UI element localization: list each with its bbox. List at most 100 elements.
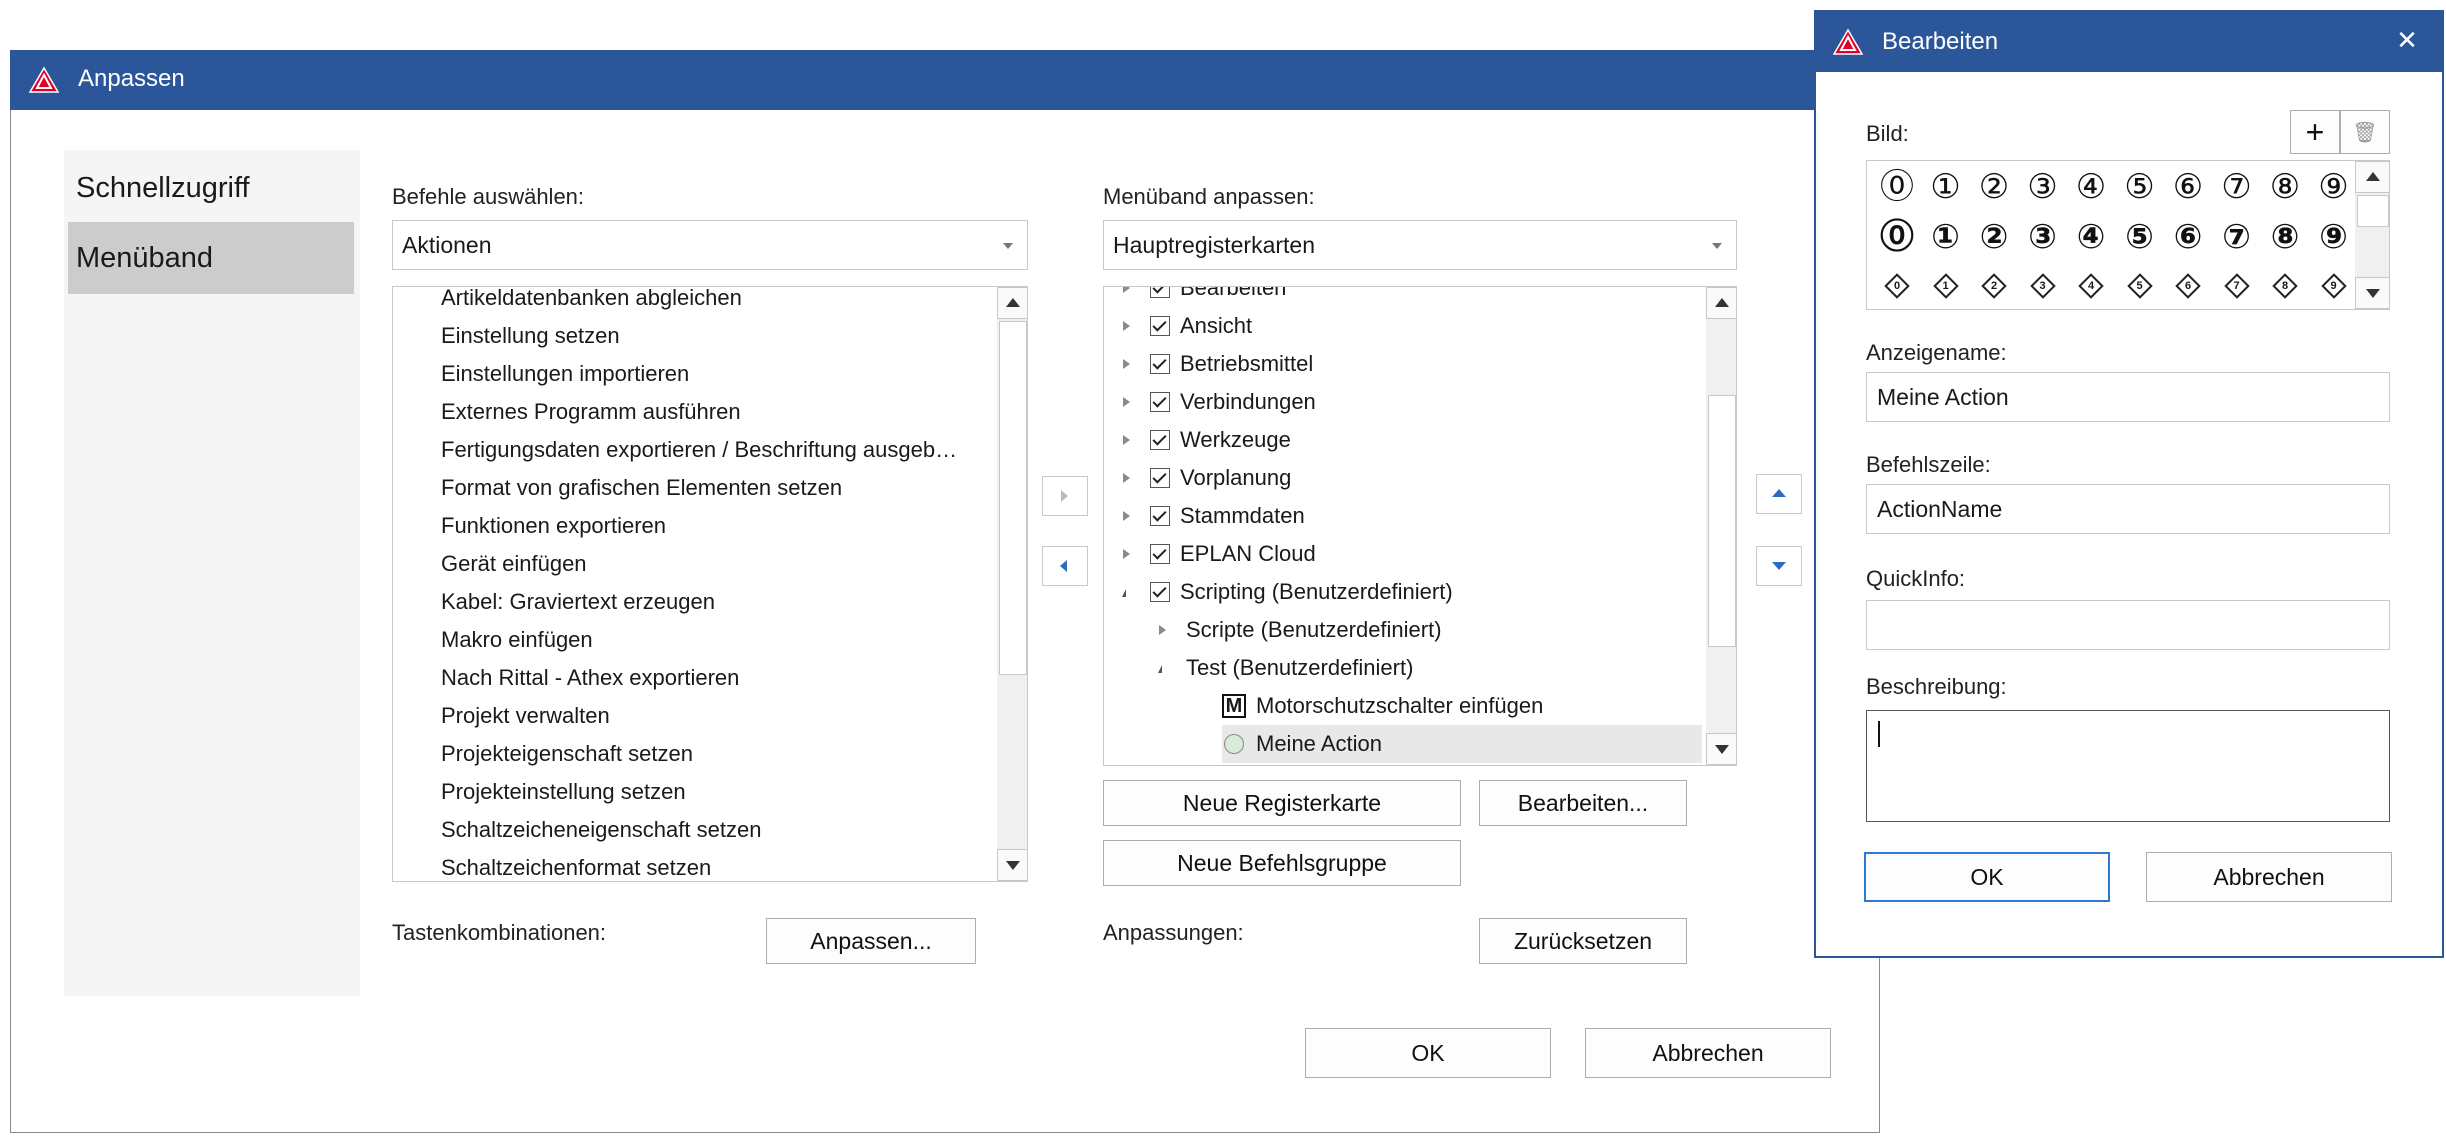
list-item[interactable]: Schaltzeichenformat setzen — [441, 849, 711, 881]
scroll-up-button[interactable] — [2355, 161, 2389, 193]
tree-item[interactable]: Scripting (Benutzerdefiniert) — [1120, 573, 1702, 611]
icon-option[interactable]: ⑦ — [2213, 213, 2261, 261]
quickinfo-input[interactable] — [1866, 600, 2390, 650]
list-item[interactable]: Schaltzeicheneigenschaft setzen — [441, 811, 761, 849]
icon-option[interactable]: ⑦ — [2213, 163, 2261, 211]
list-item[interactable]: Gerät einfügen — [441, 545, 587, 583]
icon-option[interactable]: ⑧ — [2261, 213, 2309, 261]
cancel-button[interactable]: Abbrechen — [1585, 1028, 1831, 1078]
list-item[interactable]: Nach Rittal - Athex exportieren — [441, 659, 739, 697]
customize-shortcuts-button[interactable]: Anpassen... — [766, 918, 976, 964]
checkbox[interactable] — [1150, 506, 1170, 526]
icon-option[interactable]: 9 — [2310, 263, 2358, 309]
expand-closed-icon[interactable] — [1120, 421, 1134, 459]
icon-option[interactable]: 6 — [2164, 263, 2212, 309]
checkbox[interactable] — [1150, 430, 1170, 450]
checkbox[interactable] — [1150, 354, 1170, 374]
icon-option[interactable]: 8 — [2261, 263, 2309, 309]
list-item[interactable]: Externes Programm ausführen — [441, 393, 741, 431]
list-item[interactable]: Einstellung setzen — [441, 317, 620, 355]
icon-option[interactable]: ② — [1970, 163, 2018, 211]
tree-item[interactable]: Ansicht — [1120, 307, 1702, 345]
icon-option[interactable]: ② — [1970, 213, 2018, 261]
expand-closed-icon[interactable] — [1120, 383, 1134, 421]
move-down-button[interactable] — [1756, 546, 1802, 586]
reset-button[interactable]: Zurücksetzen — [1479, 918, 1687, 964]
list-item[interactable]: Einstellungen importieren — [441, 355, 689, 393]
commands-scrollbar[interactable] — [997, 287, 1027, 881]
icon-option[interactable]: ⓪ — [1873, 213, 1921, 261]
list-item[interactable]: Funktionen exportieren — [441, 507, 666, 545]
icon-option[interactable]: ⑨ — [2310, 213, 2358, 261]
scroll-down-button[interactable] — [997, 849, 1027, 881]
tree-item[interactable]: Scripte (Benutzerdefiniert) — [1156, 611, 1702, 649]
edit-cancel-button[interactable]: Abbrechen — [2146, 852, 2392, 902]
list-item[interactable]: Makro einfügen — [441, 621, 593, 659]
icon-option[interactable]: 0 — [1873, 263, 1921, 309]
bearbeiten-titlebar[interactable]: Bearbeiten ✕ — [1814, 10, 2444, 72]
checkbox[interactable] — [1150, 392, 1170, 412]
display-name-input[interactable]: Meine Action — [1866, 372, 2390, 422]
icon-option[interactable]: 2 — [1970, 263, 2018, 309]
icon-option[interactable]: ⑥ — [2164, 213, 2212, 261]
expand-closed-icon[interactable] — [1120, 459, 1134, 497]
ribbon-tree[interactable]: Bearbeiten Ansicht Betriebsmittel Verbindun… — [1103, 286, 1737, 766]
icon-option[interactable]: 5 — [2116, 263, 2164, 309]
icon-option[interactable]: 1 — [1922, 263, 1970, 309]
description-textarea[interactable] — [1866, 710, 2390, 822]
scroll-down-button[interactable] — [2355, 277, 2389, 309]
ribbon-combo[interactable]: Hauptregisterkarten — [1103, 220, 1737, 270]
icon-option[interactable]: 3 — [2019, 263, 2067, 309]
nav-item-schnellzugriff[interactable]: Schnellzugriff — [64, 160, 354, 216]
list-item[interactable]: Projekt verwalten — [441, 697, 610, 735]
list-item[interactable]: Fertigungsdaten exportieren / Beschriftu… — [441, 431, 957, 469]
expand-closed-icon[interactable] — [1120, 287, 1134, 307]
icon-option[interactable]: ① — [1922, 213, 1970, 261]
ribbon-scrollbar[interactable] — [1706, 287, 1736, 765]
icon-option[interactable]: ⑤ — [2116, 163, 2164, 211]
expand-closed-icon[interactable] — [1120, 345, 1134, 383]
icon-option[interactable]: ① — [1922, 163, 1970, 211]
commands-list[interactable]: Artikeldatenbanken abgleichen Einstellung… — [392, 286, 1028, 882]
list-item[interactable]: Artikeldatenbanken abgleichen — [441, 287, 742, 317]
tree-item[interactable]: EPLAN Cloud — [1120, 535, 1702, 573]
add-command-button[interactable] — [1042, 476, 1088, 516]
tree-item[interactable]: Meine Action — [1222, 725, 1702, 763]
expand-closed-icon[interactable] — [1156, 611, 1170, 649]
icon-option[interactable]: ③ — [2019, 163, 2067, 211]
icon-option[interactable]: ⓪ — [1873, 163, 1921, 211]
scroll-up-button[interactable] — [1706, 287, 1736, 319]
ok-button[interactable]: OK — [1305, 1028, 1551, 1078]
icon-option[interactable]: ⑥ — [2164, 163, 2212, 211]
icon-option[interactable]: 7 — [2213, 263, 2261, 309]
close-icon[interactable]: ✕ — [2382, 18, 2432, 62]
icon-gallery[interactable]: ⓪①②③④⑤⑥⑦⑧⑨ ⓪①②③④⑤⑥⑦⑧⑨ 0 1 2 3 4 5 6 7 8 9 — [1866, 160, 2390, 310]
tree-item[interactable]: Betriebsmittel — [1120, 345, 1702, 383]
icon-option[interactable]: ③ — [2019, 213, 2067, 261]
edit-button[interactable]: Bearbeiten... — [1479, 780, 1687, 826]
command-line-input[interactable]: ActionName — [1866, 484, 2390, 534]
icon-option[interactable]: ⑧ — [2261, 163, 2309, 211]
checkbox[interactable] — [1150, 287, 1170, 298]
icon-option[interactable]: 4 — [2067, 263, 2115, 309]
expand-open-icon[interactable] — [1120, 573, 1134, 611]
expand-closed-icon[interactable] — [1120, 307, 1134, 345]
remove-command-button[interactable] — [1042, 546, 1088, 586]
tree-item[interactable]: Vorplanung — [1120, 459, 1702, 497]
icon-option[interactable]: ⑨ — [2310, 163, 2358, 211]
scroll-up-button[interactable] — [997, 287, 1027, 319]
add-image-button[interactable]: + — [2290, 110, 2340, 154]
new-group-button[interactable]: Neue Befehlsgruppe — [1103, 840, 1461, 886]
list-item[interactable]: Projekteigenschaft setzen — [441, 735, 693, 773]
list-item[interactable]: Kabel: Graviertext erzeugen — [441, 583, 715, 621]
tree-item[interactable]: Test (Benutzerdefiniert) — [1156, 649, 1702, 687]
expand-closed-icon[interactable] — [1120, 535, 1134, 573]
anpassen-titlebar[interactable]: Anpassen — [10, 50, 1880, 110]
icon-option[interactable]: ④ — [2067, 213, 2115, 261]
move-up-button[interactable] — [1756, 474, 1802, 514]
checkbox[interactable] — [1150, 468, 1170, 488]
tree-item[interactable]: Werkzeuge — [1120, 421, 1702, 459]
icon-option[interactable]: ④ — [2067, 163, 2115, 211]
scroll-down-button[interactable] — [1706, 733, 1736, 765]
scroll-thumb[interactable] — [2357, 195, 2389, 227]
